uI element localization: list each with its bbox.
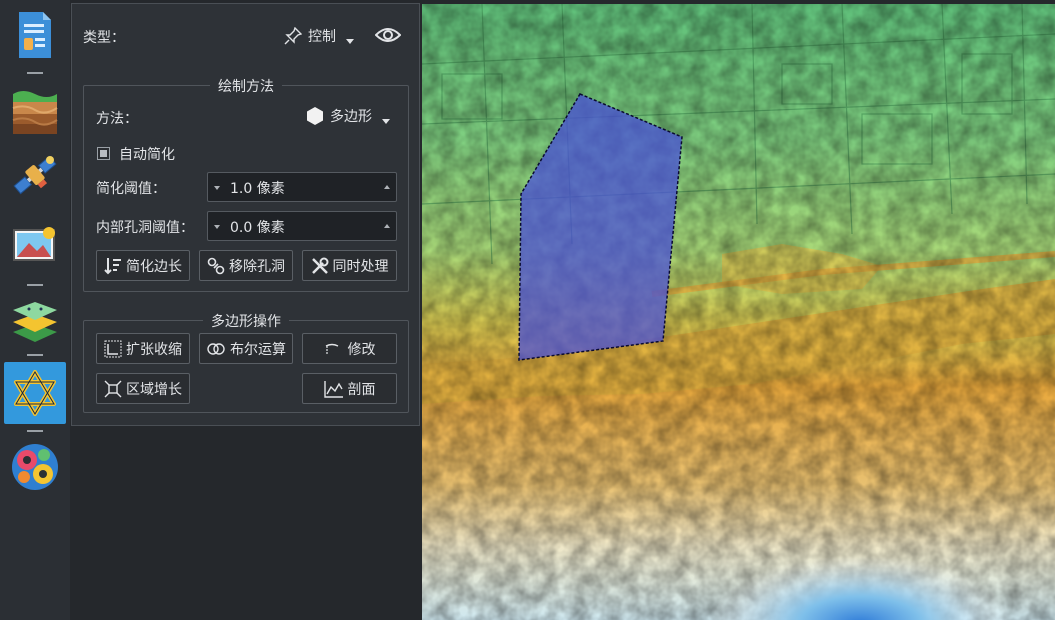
image-icon	[13, 227, 55, 261]
simplify-edges-button[interactable]: 简化边长	[96, 250, 190, 281]
polygon-ops-group: 多边形操作 扩张收缩 布尔运算 修改 区域增长 剖面	[83, 314, 409, 413]
satellite-tool[interactable]	[4, 144, 66, 206]
type-combo[interactable]: 控制	[284, 26, 354, 46]
gears-icon	[12, 444, 58, 490]
spin-down-icon[interactable]	[214, 186, 220, 190]
auto-simplify-checkbox[interactable]	[97, 147, 110, 160]
curve-edit-icon	[325, 343, 338, 354]
modify-button[interactable]: 修改	[302, 333, 397, 364]
region-grow-icon	[104, 380, 122, 397]
layers-stack-icon	[13, 302, 57, 342]
process-both-label: 同时处理	[332, 258, 389, 275]
document-icon	[19, 12, 51, 58]
toolbar-separator	[27, 284, 43, 286]
profile-label: 剖面	[347, 381, 376, 398]
modify-label: 修改	[347, 341, 376, 358]
layers-tool[interactable]	[4, 288, 66, 350]
method-label: 方法：	[96, 111, 138, 127]
terrain-layers-icon	[12, 91, 58, 134]
type-label: 类型：	[83, 30, 125, 46]
tools-icon	[311, 257, 328, 274]
draw-method-title: 绘制方法	[210, 79, 282, 95]
expand-icon	[104, 340, 122, 357]
polygon-tool[interactable]	[4, 362, 66, 424]
spin-up-icon[interactable]	[384, 224, 390, 228]
toolbar-separator	[27, 430, 43, 432]
simplify-edges-label: 简化边长	[126, 258, 182, 275]
auto-simplify-label: 自动简化	[119, 147, 175, 163]
simplify-threshold-value: 1.0 像素	[230, 181, 285, 197]
region-grow-label: 区域增长	[126, 381, 182, 398]
boolean-ops-button[interactable]: 布尔运算	[199, 333, 293, 364]
draw-method-group: 绘制方法 方法： 多边形 自动简化 简化阈值： 1.0 像素 内部孔洞阈值： 0…	[83, 79, 409, 292]
settings-tool[interactable]	[4, 436, 66, 498]
eye-icon	[374, 28, 402, 42]
hexagon-icon	[307, 107, 323, 125]
chevron-down-icon	[346, 38, 354, 44]
document-tool[interactable]	[4, 4, 66, 66]
simplify-threshold-input[interactable]: 1.0 像素	[207, 172, 397, 202]
satellite-icon	[13, 155, 57, 195]
circles-overlap-icon	[207, 342, 225, 355]
visibility-toggle[interactable]	[374, 25, 402, 49]
simplify-threshold-label: 简化阈值：	[96, 181, 166, 197]
left-toolbar	[0, 0, 70, 620]
star-of-david-icon	[14, 370, 56, 416]
sort-down-icon	[104, 257, 121, 274]
profile-button[interactable]: 剖面	[302, 373, 397, 404]
expand-shrink-button[interactable]: 扩张收缩	[96, 333, 190, 364]
hole-threshold-value: 0.0 像素	[230, 220, 285, 236]
pin-icon	[284, 27, 302, 45]
remove-holes-button[interactable]: 移除孔洞	[199, 250, 293, 281]
chevron-down-icon	[382, 118, 390, 124]
spin-down-icon[interactable]	[214, 225, 220, 229]
expand-shrink-label: 扩张收缩	[126, 341, 182, 358]
remove-holes-label: 移除孔洞	[229, 258, 285, 275]
polygon-panel: 类型： 控制 绘制方法 方法： 多边形 自动简化 简化阈值： 1.0 像素 内部…	[71, 3, 420, 426]
toolbar-separator	[27, 72, 43, 74]
spin-up-icon[interactable]	[384, 185, 390, 189]
image-tool[interactable]	[4, 214, 66, 276]
terrain-tool[interactable]	[4, 80, 66, 142]
method-value: 多边形	[330, 109, 372, 125]
process-both-button[interactable]: 同时处理	[302, 250, 397, 281]
map-view[interactable]	[422, 4, 1055, 620]
region-grow-button[interactable]: 区域增长	[96, 373, 190, 404]
hillshade-elevation-map[interactable]	[422, 4, 1055, 620]
polygon-ops-title: 多边形操作	[203, 314, 289, 330]
type-value: 控制	[308, 29, 336, 45]
eraser-icon	[207, 257, 225, 274]
method-combo[interactable]: 多边形	[306, 106, 390, 126]
hole-threshold-label: 内部孔洞阈值：	[96, 220, 194, 236]
hole-threshold-input[interactable]: 0.0 像素	[207, 211, 397, 241]
toolbar-separator	[27, 354, 43, 356]
boolean-ops-label: 布尔运算	[230, 341, 286, 358]
profile-chart-icon	[323, 380, 343, 398]
